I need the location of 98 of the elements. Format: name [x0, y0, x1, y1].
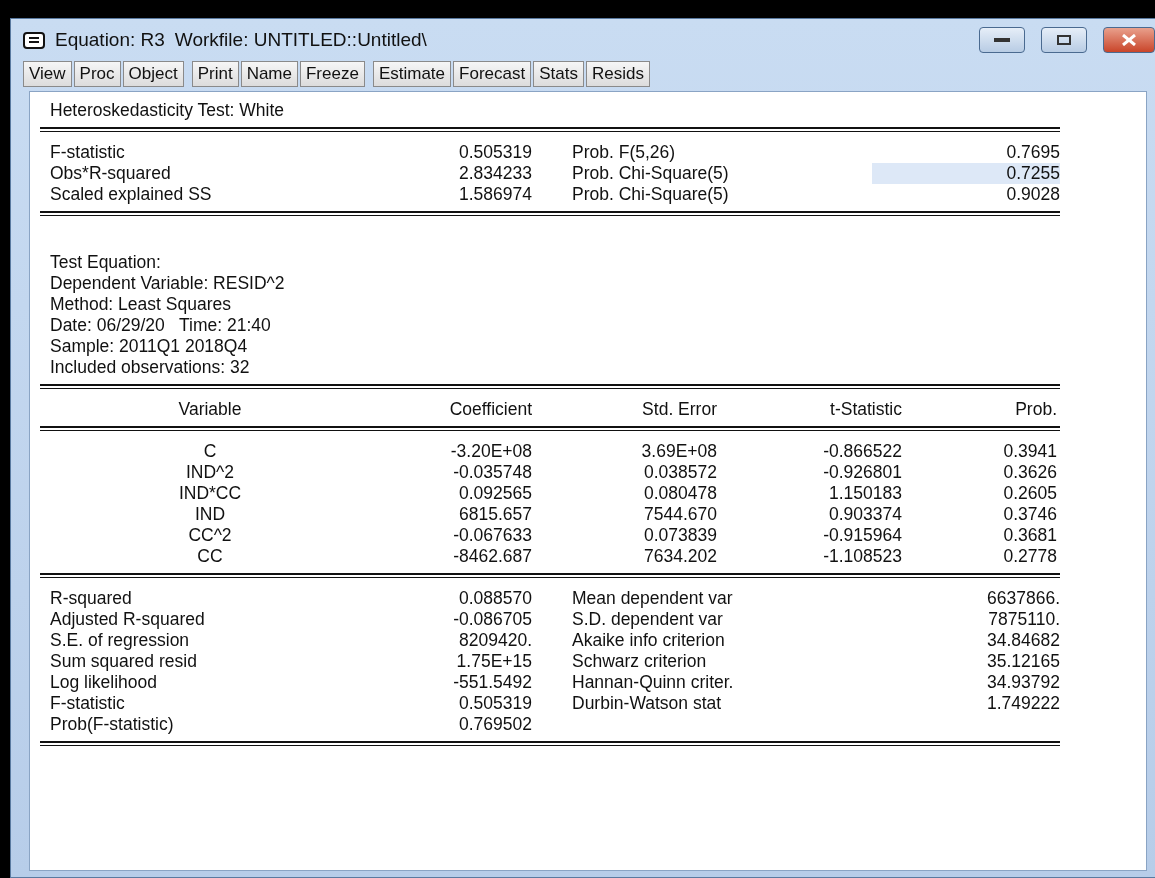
table-cell-text: -0.915964: [822, 525, 902, 546]
toolbar-button[interactable]: Forecast: [453, 61, 532, 87]
test-title: Heteroskedasticity Test: White: [50, 100, 286, 121]
stat-value: 1.586974: [458, 184, 532, 205]
column-header: Std. Error: [641, 399, 717, 420]
column-header: Prob.: [1014, 399, 1057, 420]
toolbar-button[interactable]: Freeze: [300, 61, 365, 87]
column-header: t-Statistic: [829, 399, 902, 420]
stat-value: 2.834233: [458, 163, 532, 184]
stat-label: Durbin-Watson stat: [572, 693, 723, 714]
stat-value: 1.75E+15: [455, 651, 532, 672]
table-cell-text: 0.2605: [1002, 483, 1057, 504]
prob-label: Prob. F(5,26): [572, 142, 677, 163]
close-icon[interactable]: [1121, 34, 1137, 46]
equation-info: Included observations: 32: [50, 357, 251, 378]
workfile-title: Workfile: UNTITLED::Untitled\: [174, 29, 427, 51]
stat-label: Schwarz criterion: [572, 651, 708, 672]
toolbar-button[interactable]: Name: [240, 61, 298, 87]
table-cell-text: IND: [193, 504, 227, 525]
stat-label: Log likelihood: [50, 672, 159, 693]
stat-label: F-statistic: [50, 142, 126, 163]
table-cell-text: 0.073839: [643, 525, 717, 546]
table-cell-text: -1.108523: [822, 546, 902, 567]
equation-info: Sample: 2011Q1 2018Q4: [50, 336, 249, 357]
column-header: Coefficient: [448, 399, 532, 420]
toolbar-button[interactable]: View: [23, 61, 72, 87]
stat-label: F-statistic: [50, 693, 126, 714]
table-cell-text: -0.926801: [822, 462, 902, 483]
equation-info: Test Equation:: [50, 252, 162, 273]
stat-label: R-squared: [50, 588, 133, 609]
table-cell-text: 0.092565: [458, 483, 532, 504]
toolbar-button[interactable]: Proc: [73, 61, 121, 87]
prob-label: Prob. Chi-Square(5): [572, 163, 730, 184]
table-cell-text: -8462.687: [452, 546, 532, 567]
maximize-button[interactable]: [1041, 27, 1087, 53]
toolbar-button[interactable]: Print: [191, 61, 239, 87]
table-cell-text: IND^2: [184, 462, 236, 483]
stat-value: 0.505319: [458, 142, 532, 163]
minimize-button[interactable]: [979, 27, 1025, 53]
close-button[interactable]: [1103, 27, 1155, 53]
table-cell-text: CC: [196, 546, 224, 567]
stat-value: 0.088570: [458, 588, 532, 609]
prob-value[interactable]: 0.7695: [872, 142, 1060, 163]
maximize-icon[interactable]: [1057, 35, 1071, 45]
stat-value: 8209420.: [458, 630, 532, 651]
stat-value: 1.749222: [986, 693, 1060, 714]
table-cell-text: 7634.202: [643, 546, 717, 567]
column-header: Variable: [177, 399, 243, 420]
stat-label: Obs*R-squared: [50, 163, 172, 184]
table-cell-text: -0.866522: [822, 441, 902, 462]
table-cell-text: 0.038572: [643, 462, 717, 483]
table-cell-text: 0.080478: [643, 483, 717, 504]
stat-label: Prob(F-statistic): [50, 714, 175, 735]
stat-label: S.E. of regression: [50, 630, 191, 651]
table-cell-text: 0.3681: [1002, 525, 1057, 546]
stat-value: 34.84682: [986, 630, 1060, 651]
toolbar-button[interactable]: Resids: [585, 61, 650, 87]
table-cell-text: 7544.670: [643, 504, 717, 525]
toolbar-button[interactable]: Object: [122, 61, 184, 87]
equation-info: Method: Least Squares: [50, 294, 232, 315]
prob-value[interactable]: 0.9028: [872, 184, 1060, 205]
table-cell-text: 3.69E+08: [640, 441, 717, 462]
stat-value: 0.769502: [458, 714, 532, 735]
table-cell-text: 0.3746: [1002, 504, 1057, 525]
table-cell-text: IND*CC: [177, 483, 243, 504]
table-cell-text: 0.2778: [1002, 546, 1057, 567]
table-cell-text: C: [202, 441, 218, 462]
window-title: Equation: R3: [55, 29, 165, 51]
stat-label: Hannan-Quinn criter.: [572, 672, 735, 693]
table-cell-text: -0.067633: [452, 525, 532, 546]
equation-info: Date: 06/29/20 Time: 21:40: [50, 315, 272, 336]
stat-value: 6637866.: [986, 588, 1060, 609]
equation-info: Dependent Variable: RESID^2: [50, 273, 286, 294]
prob-label: Prob. Chi-Square(5): [572, 184, 730, 205]
toolbar-button[interactable]: Estimate: [372, 61, 452, 87]
table-cell-text: 6815.657: [458, 504, 532, 525]
table-cell-text: 0.903374: [828, 504, 902, 525]
table-cell-text: 0.3626: [1002, 462, 1057, 483]
stat-label: S.D. dependent var: [572, 609, 724, 630]
table-cell-text: 0.3941: [1002, 441, 1057, 462]
table-cell-text: -0.035748: [452, 462, 532, 483]
stat-value: -551.5492: [452, 672, 532, 693]
table-cell-text: -3.20E+08: [449, 441, 532, 462]
stat-value: 35.12165: [986, 651, 1060, 672]
toolbar-button[interactable]: Stats: [533, 61, 584, 87]
stat-label: Adjusted R-squared: [50, 609, 206, 630]
stat-value: -0.086705: [452, 609, 532, 630]
table-cell-text: CC^2: [187, 525, 233, 546]
stat-value: 0.505319: [458, 693, 532, 714]
stat-value: 34.93792: [986, 672, 1060, 693]
stat-label: Akaike info criterion: [572, 630, 726, 651]
stat-value: 7875110.: [987, 609, 1060, 630]
prob-value[interactable]: 0.7255: [872, 163, 1060, 184]
stat-label: Mean dependent var: [572, 588, 734, 609]
stat-label: Scaled explained SS: [50, 184, 213, 205]
table-cell-text: 1.150183: [828, 483, 902, 504]
window-menu-icon[interactable]: [23, 31, 45, 49]
stat-label: Sum squared resid: [50, 651, 198, 672]
